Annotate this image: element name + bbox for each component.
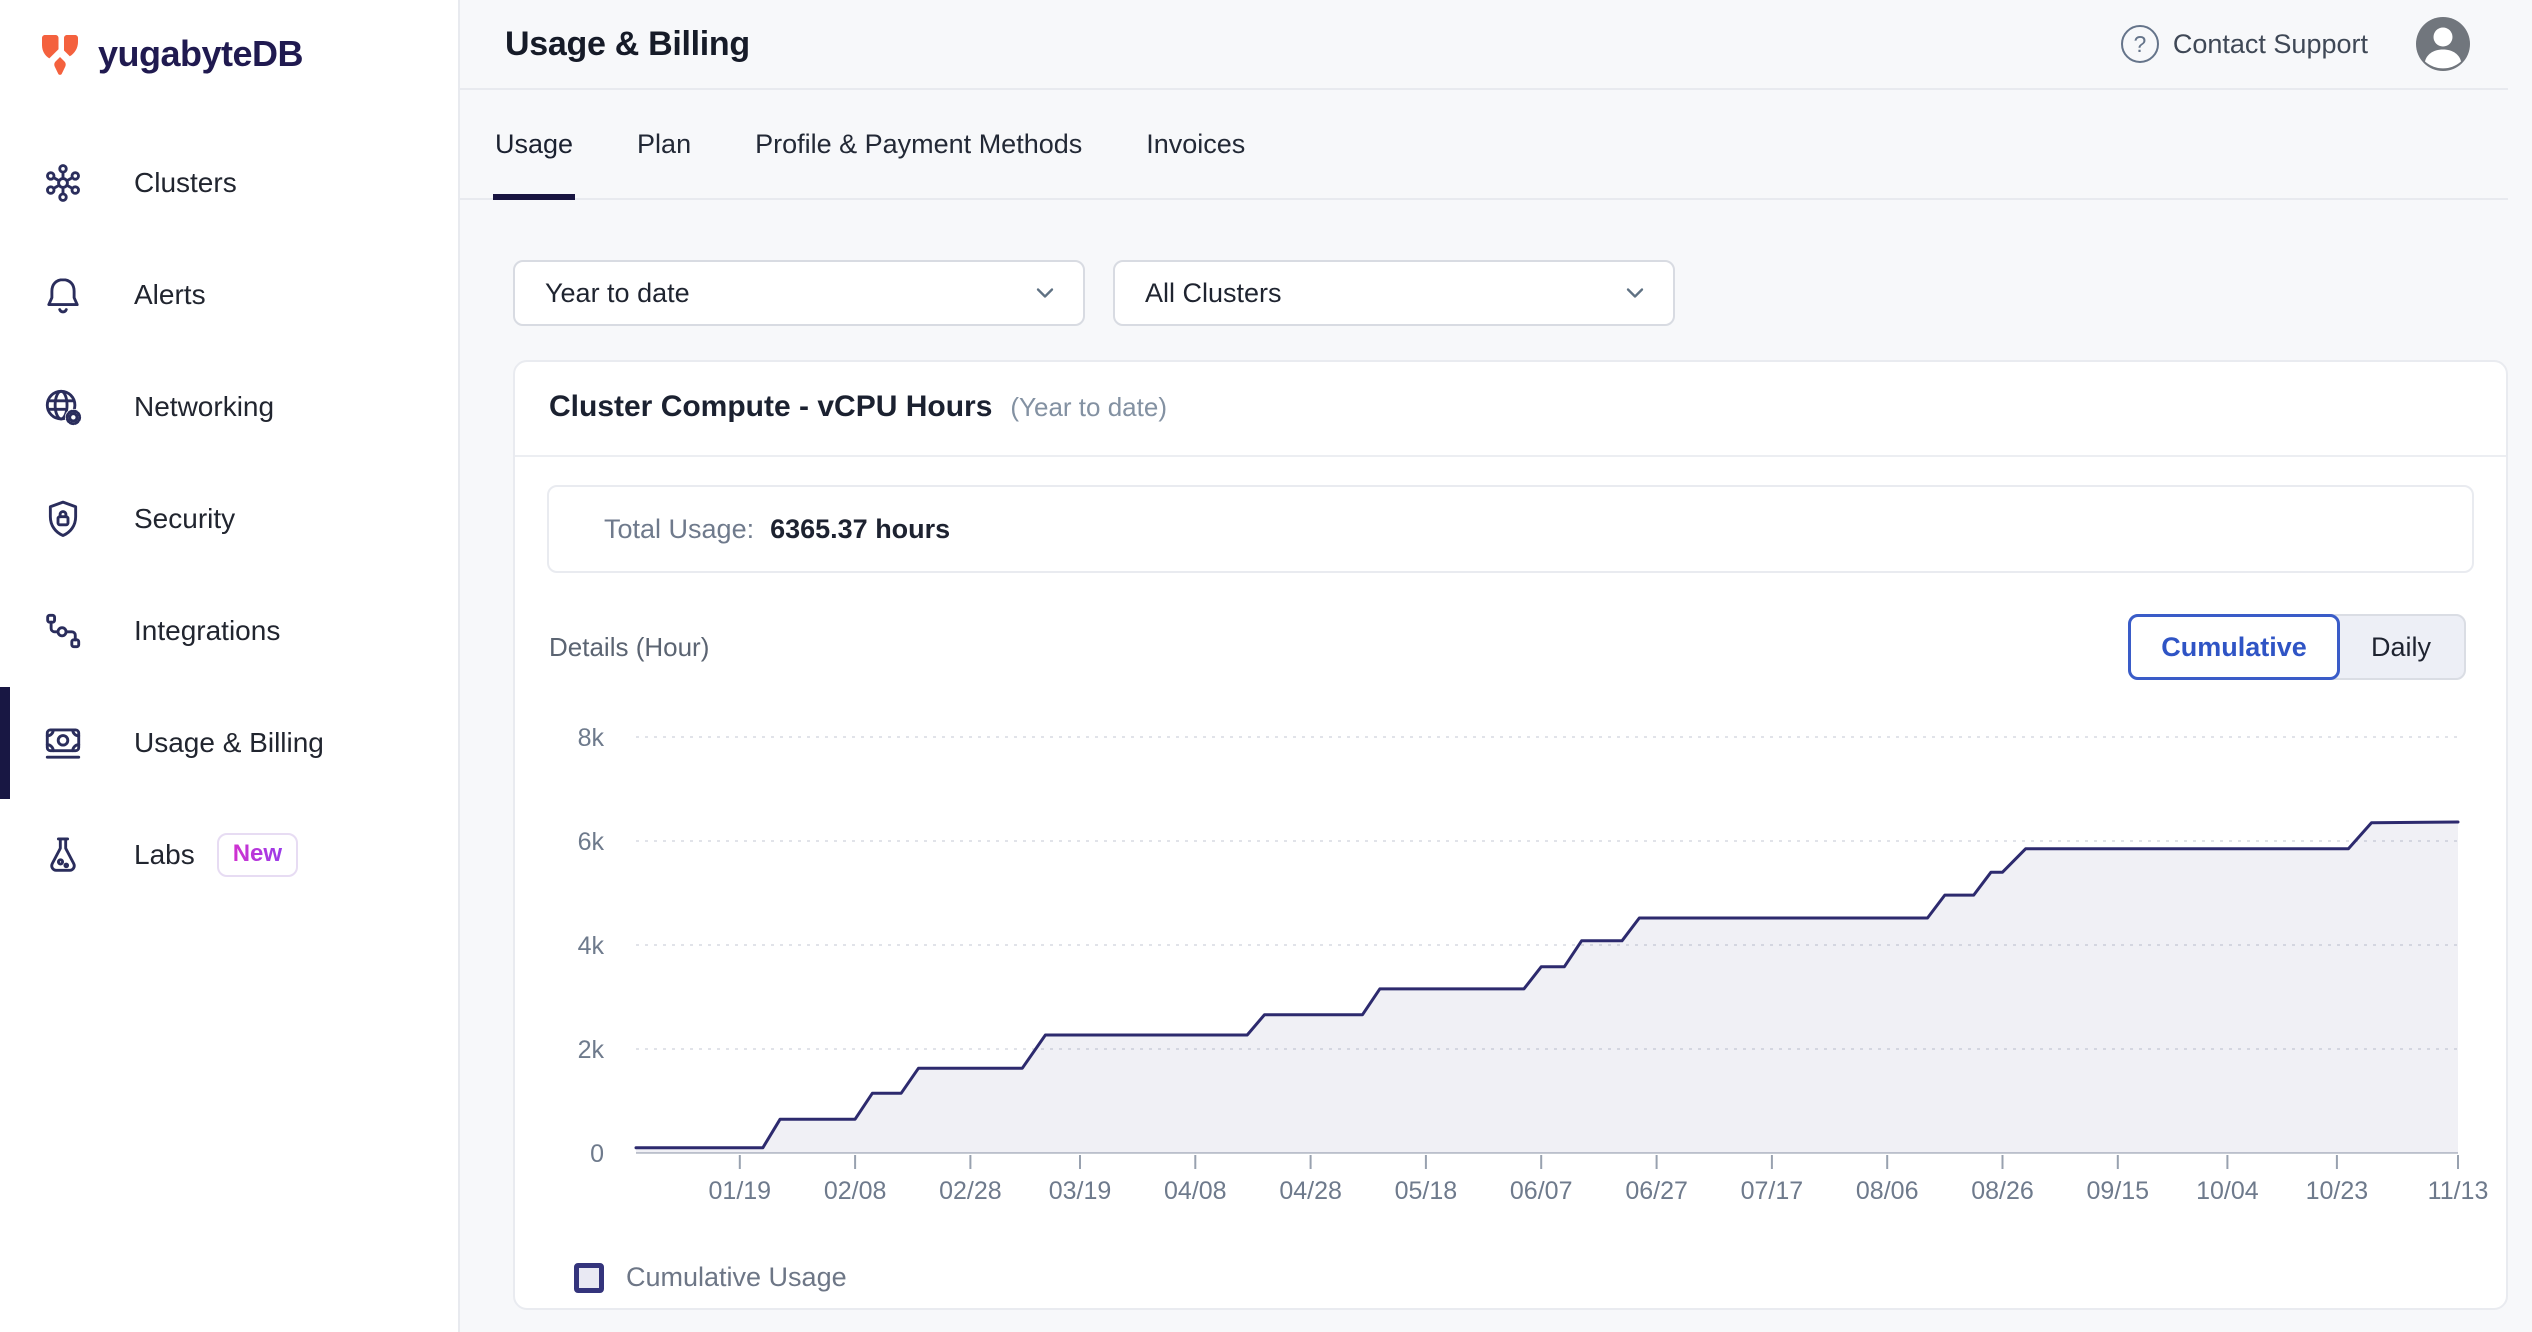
sidebar-item-usage-billing[interactable]: Usage & Billing <box>0 687 458 799</box>
brand-name: yugabyteDB <box>98 33 303 75</box>
svg-text:04/28: 04/28 <box>1279 1177 1342 1205</box>
sidebar-item-alerts[interactable]: Alerts <box>0 239 458 351</box>
usage-card-subtitle: (Year to date) <box>1010 392 1167 423</box>
svg-text:04/08: 04/08 <box>1164 1177 1227 1205</box>
usage-card: Cluster Compute - vCPU Hours (Year to da… <box>513 360 2508 1310</box>
tab-label: Profile & Payment Methods <box>755 129 1082 160</box>
chevron-down-icon <box>1621 279 1649 307</box>
svg-text:10/04: 10/04 <box>2196 1177 2259 1205</box>
svg-text:0: 0 <box>590 1140 604 1168</box>
shield-lock-icon <box>40 496 86 542</box>
usage-card-title: Cluster Compute - vCPU Hours <box>549 390 992 424</box>
tab-plan[interactable]: Plan <box>637 90 691 198</box>
sidebar-item-label: Labs <box>134 839 195 871</box>
cluster-select-value: All Clusters <box>1145 278 1282 309</box>
filters-row: Year to date All Clusters <box>513 260 2508 326</box>
banknote-icon <box>40 720 86 766</box>
cluster-select[interactable]: All Clusters <box>1113 260 1675 326</box>
svg-text:2k: 2k <box>578 1036 605 1064</box>
yugabyte-logo-icon <box>34 28 86 80</box>
usage-card-header: Cluster Compute - vCPU Hours (Year to da… <box>549 390 1167 424</box>
svg-text:6k: 6k <box>578 828 605 856</box>
svg-text:11/13: 11/13 <box>2428 1177 2489 1205</box>
tab-usage[interactable]: Usage <box>495 90 573 198</box>
contact-support-label: Contact Support <box>2173 29 2368 60</box>
labs-new-badge: New <box>217 833 298 877</box>
view-toggle: Cumulative Daily <box>2128 614 2466 680</box>
svg-text:03/19: 03/19 <box>1049 1177 1112 1205</box>
bell-icon <box>40 272 86 318</box>
legend-marker-icon <box>574 1263 604 1293</box>
svg-text:08/06: 08/06 <box>1856 1177 1919 1205</box>
toggle-cumulative[interactable]: Cumulative <box>2128 614 2340 680</box>
flow-icon <box>40 608 86 654</box>
svg-text:02/28: 02/28 <box>939 1177 1002 1205</box>
period-select[interactable]: Year to date <box>513 260 1085 326</box>
sidebar-item-label: Clusters <box>134 167 237 199</box>
svg-text:10/23: 10/23 <box>2306 1177 2369 1205</box>
topbar-actions: ? Contact Support <box>2121 17 2470 71</box>
tab-invoices[interactable]: Invoices <box>1146 90 1245 198</box>
main-area: Usage & Billing ? Contact Support Usage <box>460 0 2532 1332</box>
total-usage-box: Total Usage: 6365.37 hours <box>547 485 2474 573</box>
brand-logo[interactable]: yugabyteDB <box>34 26 458 82</box>
tab-label: Plan <box>637 129 691 160</box>
tab-profile-payment[interactable]: Profile & Payment Methods <box>755 90 1082 198</box>
sidebar-nav: Clusters Alerts <box>0 127 458 911</box>
sidebar-item-clusters[interactable]: Clusters <box>0 127 458 239</box>
svg-text:05/18: 05/18 <box>1395 1177 1458 1205</box>
sidebar-item-label: Networking <box>134 391 274 423</box>
sidebar: yugabyteDB Clusters <box>0 0 460 1332</box>
tab-label: Usage <box>495 129 573 160</box>
svg-text:4k: 4k <box>578 932 605 960</box>
total-usage-label: Total Usage: <box>604 514 754 545</box>
card-divider <box>515 455 2506 457</box>
details-label: Details (Hour) <box>549 632 709 663</box>
sidebar-item-label: Security <box>134 503 235 535</box>
sidebar-item-labs[interactable]: Labs New <box>0 799 458 911</box>
contact-support-button[interactable]: ? Contact Support <box>2121 25 2368 63</box>
usage-chart: 0 2k 4k 6k 8k 01/19 02/08 02/28 03/19 04/08 04/28 0… <box>562 700 2502 1210</box>
sidebar-item-label: Usage & Billing <box>134 727 324 759</box>
sidebar-item-label: Alerts <box>134 279 206 311</box>
question-circle-icon: ? <box>2121 25 2159 63</box>
sidebar-item-security[interactable]: Security <box>0 463 458 575</box>
svg-text:08/26: 08/26 <box>1971 1177 2034 1205</box>
globe-gear-icon <box>40 384 86 430</box>
flask-icon <box>40 832 86 878</box>
app-root: yugabyteDB Clusters <box>0 0 2532 1332</box>
svg-text:02/08: 02/08 <box>824 1177 887 1205</box>
legend-label: Cumulative Usage <box>626 1262 847 1293</box>
toggle-daily[interactable]: Daily <box>2338 616 2464 678</box>
svg-text:06/07: 06/07 <box>1510 1177 1573 1205</box>
topbar: Usage & Billing ? Contact Support <box>460 0 2508 90</box>
total-usage-value: 6365.37 hours <box>770 514 950 545</box>
page-title: Usage & Billing <box>505 25 750 64</box>
sidebar-item-label: Integrations <box>134 615 280 647</box>
tab-label: Invoices <box>1146 129 1245 160</box>
clusters-icon <box>40 160 86 206</box>
sidebar-item-networking[interactable]: Networking <box>0 351 458 463</box>
user-avatar[interactable] <box>2416 17 2470 71</box>
svg-text:09/15: 09/15 <box>2087 1177 2150 1205</box>
details-row: Details (Hour) Cumulative Daily <box>549 614 2466 680</box>
chevron-down-icon <box>1031 279 1059 307</box>
svg-text:06/27: 06/27 <box>1625 1177 1688 1205</box>
billing-tabs: Usage Plan Profile & Payment Methods Inv… <box>460 90 2508 200</box>
sidebar-item-integrations[interactable]: Integrations <box>0 575 458 687</box>
svg-text:01/19: 01/19 <box>709 1177 772 1205</box>
period-select-value: Year to date <box>545 278 690 309</box>
svg-text:8k: 8k <box>578 724 605 752</box>
usage-area-chart: 0 2k 4k 6k 8k 01/19 02/08 02/28 03/19 04/08 04/28 0… <box>562 700 2502 1210</box>
svg-text:07/17: 07/17 <box>1741 1177 1804 1205</box>
chart-legend[interactable]: Cumulative Usage <box>574 1262 847 1293</box>
